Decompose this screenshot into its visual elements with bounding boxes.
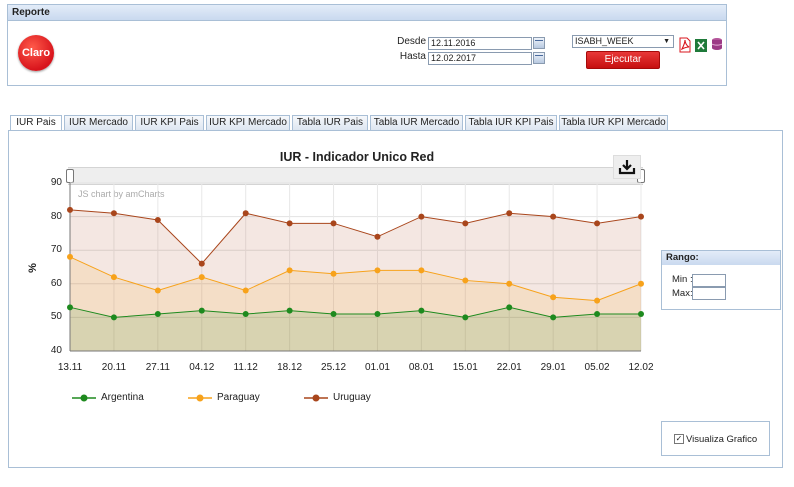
y-tick-label: 80 [50,210,62,222]
data-point [418,307,425,314]
x-tick-label: 29.01 [540,362,566,373]
range-max-label: Max: [672,288,693,299]
data-point [286,220,293,227]
data-point [550,213,557,220]
visualiza-checkbox[interactable]: ✓ [674,434,684,444]
data-point [110,274,117,281]
data-point [374,311,381,318]
legend-item-label[interactable]: Uruguay [333,392,371,403]
data-point [550,314,557,321]
data-point [242,311,249,318]
data-point [67,206,73,213]
data-point [198,274,205,281]
data-point [594,220,601,227]
x-tick-label: 12.02 [628,362,654,373]
data-point [506,280,513,287]
data-point [67,253,73,260]
data-point [154,287,161,294]
data-point [374,267,381,274]
legend-item-label[interactable]: Paraguay [217,392,260,403]
data-point [286,267,293,274]
x-tick-label: 04.12 [189,362,215,373]
data-point [638,311,644,318]
data-point [374,233,381,240]
x-tick-label: 18.12 [277,362,303,373]
data-point [330,220,337,227]
legend-marker-dot [196,394,204,402]
x-tick-label: 27.11 [145,362,170,373]
x-tick-label: 25.12 [321,362,347,373]
data-point [594,311,601,318]
visualiza-panel: ✓ Visualiza Grafico [661,421,770,456]
data-point [462,220,469,227]
data-point [330,270,337,277]
data-point [110,314,117,321]
data-point [418,213,425,220]
range-panel: Rango: Min : Max: [661,250,781,310]
data-point [198,260,205,267]
x-tick-label: 08.01 [408,362,434,373]
data-point [154,216,161,223]
data-point [638,213,644,220]
legend-marker-dot [80,394,88,402]
data-point [594,297,601,304]
x-tick-label: 20.11 [101,362,127,373]
y-tick-label: 40 [50,345,62,356]
chart-plot [67,182,644,402]
y-tick-label: 50 [50,311,62,323]
data-point [286,307,293,314]
x-tick-label: 13.11 [57,362,83,373]
x-tick-label: 15.01 [452,362,478,373]
data-point [198,307,205,314]
x-tick-label: 22.01 [496,362,522,373]
y-tick-label: 90 [50,177,62,188]
data-point [638,280,644,287]
data-point [242,210,249,217]
data-point [462,314,469,321]
data-point [506,210,513,217]
data-point [506,304,513,311]
data-point [154,311,161,318]
range-max-input[interactable] [692,287,726,300]
legend-marker-dot [312,394,320,402]
data-point [110,210,117,217]
y-tick-label: 70 [50,244,62,256]
range-min-input[interactable] [692,274,726,287]
range-header: Rango: [662,251,780,265]
data-point [462,277,469,284]
data-point [418,267,425,274]
data-point [550,294,557,301]
x-tick-label: 11.12 [233,362,258,373]
y-tick-label: 60 [50,277,62,289]
visualiza-label: Visualiza Grafico [686,434,758,445]
data-point [242,287,249,294]
legend-item-label[interactable]: Argentina [101,392,144,403]
x-tick-label: 05.02 [584,362,610,373]
range-min-label: Min : [672,274,693,285]
data-point [330,311,337,318]
data-point [67,304,73,311]
x-tick-label: 01.01 [364,362,390,373]
